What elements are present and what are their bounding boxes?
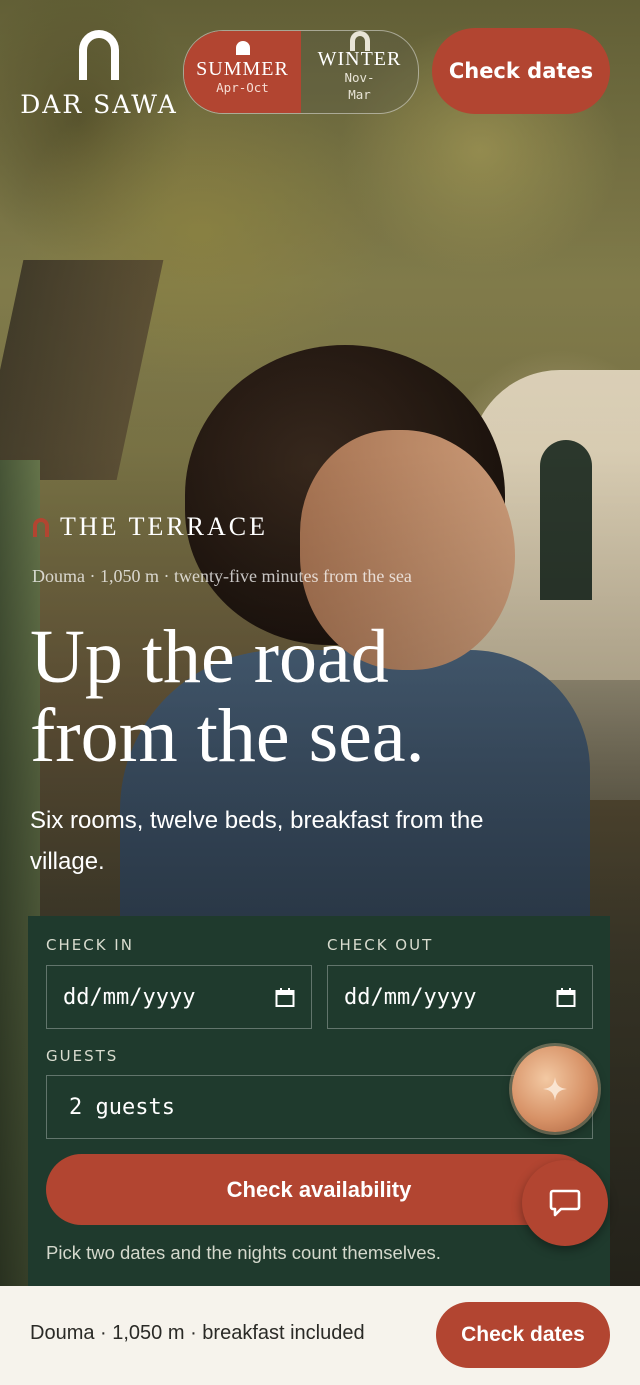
section-eyebrow: THE TERRACE [32,512,268,542]
page-headline: Up the road from the sea. [30,618,590,776]
sticky-bottom-bar: Douma · 1,050 m · breakfast included Che… [0,1286,640,1385]
calendar-icon[interactable] [556,988,576,1008]
chat-button[interactable] [522,1160,608,1246]
summer-arch-icon [235,41,250,55]
season-winter-range: Nov- Mar [344,70,375,102]
headline-line-1: Up the road [30,615,389,699]
check-out-field[interactable]: dd/mm/yyyy [327,965,593,1029]
season-summer-range: Apr-Oct [216,80,269,95]
guests-select[interactable]: 2 guests [46,1075,593,1139]
bottom-bar-info: Douma · 1,050 m · breakfast included [30,1322,365,1344]
chat-bubble-icon [549,1189,581,1217]
check-out-placeholder: dd/mm/yyyy [344,984,477,1010]
arch-mark-icon [33,518,49,537]
booking-hint: Pick two dates and the nights count them… [46,1242,441,1263]
hero-subhead: Six rooms, twelve beds, breakfast from t… [30,807,484,875]
arch-icon [79,30,119,80]
season-option-winter[interactable]: WINTER Nov- Mar [301,31,418,113]
season-winter-label: WINTER [317,48,402,70]
header-check-dates-button[interactable]: Check dates [432,28,610,114]
season-toggle[interactable]: SUMMER Apr-Oct WINTER Nov- Mar [183,30,419,114]
sparkle-icon [543,1077,567,1101]
guests-label: GUESTS [46,1047,119,1065]
bottom-check-dates-button[interactable]: Check dates [436,1302,610,1368]
brand-name: DAR SAWA [20,90,178,119]
eyebrow-text: THE TERRACE [60,512,269,541]
check-in-label: CHECK IN [46,936,134,954]
assistant-orb-button[interactable] [512,1046,598,1132]
check-availability-button[interactable]: Check availability [46,1154,592,1225]
headline-line-2: from the sea. [30,694,425,778]
calendar-icon[interactable] [275,988,295,1008]
check-in-field[interactable]: dd/mm/yyyy [46,965,312,1029]
location-meta: Douma · 1,050 m · twenty-five minutes fr… [32,566,412,586]
season-option-summer[interactable]: SUMMER Apr-Oct [184,31,301,113]
check-out-label: CHECK OUT [327,936,434,954]
season-summer-label: SUMMER [196,58,289,80]
brand-logo[interactable]: DAR SAWA [18,26,180,119]
check-in-placeholder: dd/mm/yyyy [63,984,196,1010]
